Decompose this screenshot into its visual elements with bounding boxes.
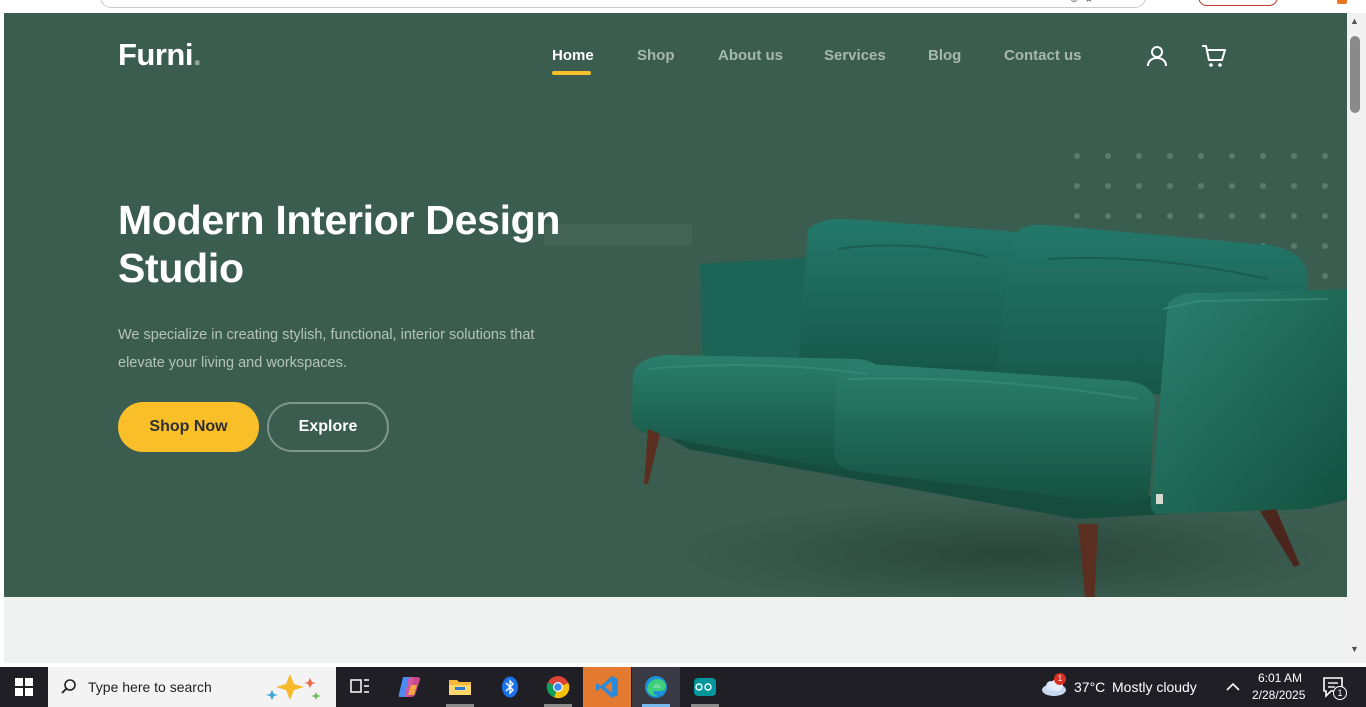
user-icon[interactable]: [1144, 43, 1170, 69]
hero-description-line1: We specialize in creating stylish, funct…: [118, 327, 535, 343]
decorative-dot: [1136, 153, 1142, 159]
sofa-image: [631, 218, 1347, 597]
vscode-icon[interactable]: [583, 667, 631, 707]
weather-temperature[interactable]: 37°C: [1074, 679, 1105, 695]
decorative-dot: [1136, 183, 1142, 189]
edge-icon[interactable]: [632, 667, 680, 707]
address-bar[interactable]: [100, 0, 1146, 8]
decorative-dot: [1260, 183, 1266, 189]
explore-button[interactable]: Explore: [267, 402, 389, 452]
nav-contact[interactable]: Contact us: [1004, 47, 1082, 64]
task-view-icon[interactable]: [336, 667, 384, 707]
search-placeholder: Type here to search: [88, 679, 212, 695]
hero-title-line2: Studio: [118, 245, 244, 291]
windows-taskbar: Type here to search 1 37°C Mostly cloudy…: [0, 667, 1366, 707]
decorative-dot: [1322, 153, 1328, 159]
browser-toolbar: ⊕★: [0, 0, 1366, 13]
taskbar-search-box[interactable]: Type here to search: [48, 667, 336, 707]
scrollbar-thumb[interactable]: [1350, 36, 1360, 113]
decorative-dot: [1074, 153, 1080, 159]
decorative-dot: [1105, 183, 1111, 189]
decorative-dot: [1167, 183, 1173, 189]
decorative-dot: [1291, 153, 1297, 159]
address-bar-icons: ⊕★: [1070, 0, 1134, 5]
chrome-icon[interactable]: [534, 667, 582, 707]
cart-icon[interactable]: [1200, 43, 1226, 69]
extension-icon[interactable]: [1337, 0, 1347, 4]
decorative-dot: [1322, 183, 1328, 189]
decorative-dot: [1229, 183, 1235, 189]
brand-logo[interactable]: Furni.: [118, 37, 202, 73]
chevron-up-icon[interactable]: [1224, 679, 1242, 695]
hero-section: Furni. Home Shop About us Services Blog …: [4, 13, 1347, 597]
hero-description: We specialize in creating stylish, funct…: [118, 321, 578, 377]
notification-count-badge: 1: [1333, 686, 1347, 700]
page-viewport: Furni. Home Shop About us Services Blog …: [4, 13, 1347, 663]
nav-services[interactable]: Services: [824, 47, 886, 64]
notification-icon[interactable]: 1: [1322, 676, 1348, 700]
decorative-dot: [1167, 153, 1173, 159]
decorative-dot: [1105, 153, 1111, 159]
decorative-dot: [1198, 153, 1204, 159]
decorative-dot: [1291, 183, 1297, 189]
search-icon: [61, 679, 76, 694]
nav-shop[interactable]: Shop: [637, 47, 675, 64]
file-explorer-icon[interactable]: [436, 667, 484, 707]
active-nav-indicator: [552, 71, 591, 75]
scroll-down-arrow-icon[interactable]: ▼: [1350, 644, 1359, 654]
brand-name: Furni: [118, 37, 194, 72]
decorative-dot: [1198, 183, 1204, 189]
hero-description-line2: elevate your living and workspaces.: [118, 355, 347, 371]
nav-about[interactable]: About us: [718, 47, 783, 64]
scroll-up-arrow-icon[interactable]: ▲: [1350, 16, 1359, 26]
arduino-icon[interactable]: [681, 667, 729, 707]
nav-blog[interactable]: Blog: [928, 47, 961, 64]
brand-dot: .: [193, 37, 202, 72]
copilot-icon[interactable]: [386, 667, 434, 707]
bluetooth-icon[interactable]: [486, 667, 534, 707]
clock-date[interactable]: 2/28/2025: [1252, 688, 1305, 702]
weather-cloudy-icon[interactable]: 1: [1040, 673, 1068, 699]
profile-button[interactable]: [1198, 0, 1278, 6]
shop-now-button[interactable]: Shop Now: [118, 402, 259, 452]
decorative-dot: [1229, 153, 1235, 159]
sparkle-icon: [266, 674, 321, 700]
weather-badge: 1: [1054, 673, 1066, 685]
clock-time[interactable]: 6:01 AM: [1256, 671, 1304, 685]
nav-home-underline-wrap: [552, 47, 591, 77]
windows-start-icon[interactable]: [0, 667, 48, 707]
hero-title: Modern Interior Design Studio: [118, 196, 618, 292]
decorative-dot: [1074, 183, 1080, 189]
weather-description[interactable]: Mostly cloudy: [1112, 679, 1197, 695]
decorative-dot: [1260, 153, 1266, 159]
hero-title-line1: Modern Interior Design: [118, 197, 561, 243]
